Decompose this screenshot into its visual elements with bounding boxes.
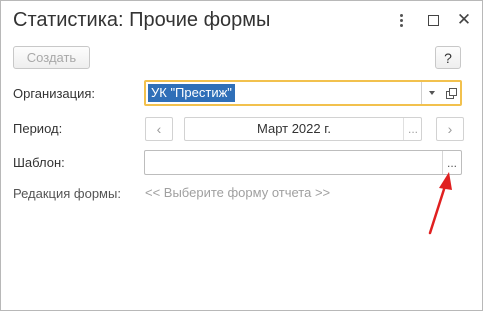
annotation-arrow [428, 172, 452, 235]
